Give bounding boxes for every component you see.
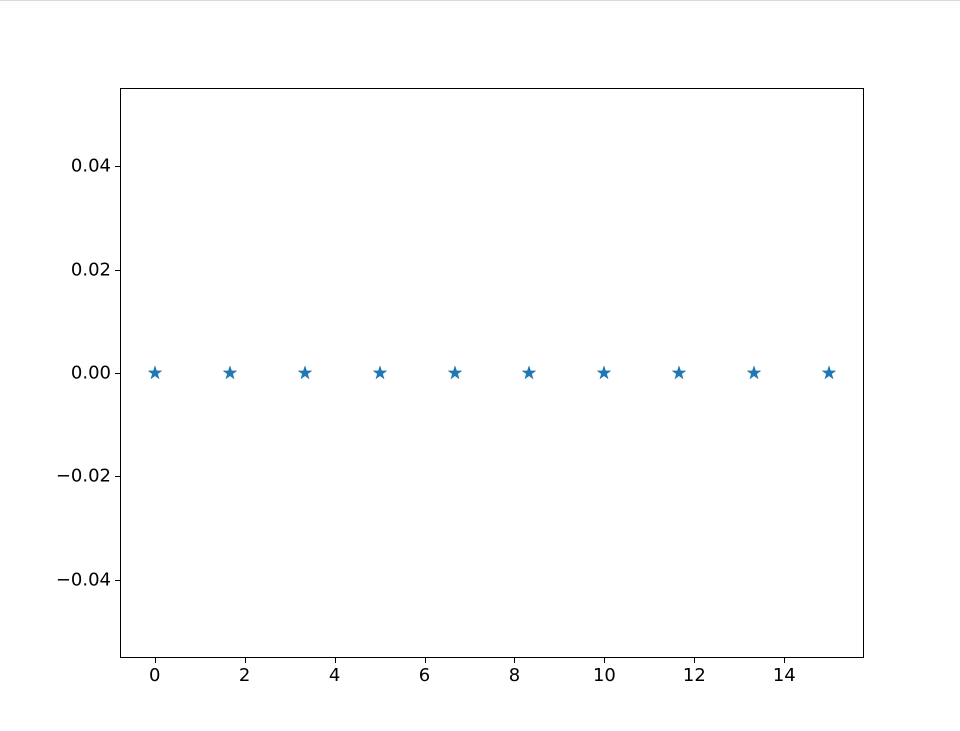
data-point-star-icon <box>822 366 836 380</box>
plot-axes: 02468101214−0.04−0.020.000.020.04 <box>120 88 864 658</box>
y-tick-mark <box>115 580 121 581</box>
notebook-cell-divider <box>0 0 960 8</box>
data-point-star-icon <box>448 366 462 380</box>
x-tick-mark <box>604 657 605 663</box>
x-tick-mark <box>784 657 785 663</box>
x-tick-label: 4 <box>329 665 340 686</box>
matplotlib-figure: 0 2 4 6 8 10 12 14 −0.04 −0.02 0.00 0.02 0.04 <box>0 8 960 731</box>
x-tick-label: 2 <box>239 665 250 686</box>
x-tick-mark <box>155 657 156 663</box>
y-tick-label: −0.02 <box>56 466 111 487</box>
y-tick-label: 0.00 <box>71 363 111 384</box>
y-tick-mark <box>115 166 121 167</box>
y-tick-mark <box>115 373 121 374</box>
x-tick-mark <box>245 657 246 663</box>
x-tick-mark <box>514 657 515 663</box>
data-point-star-icon <box>373 366 387 380</box>
y-tick-label: −0.04 <box>56 569 111 590</box>
data-point-star-icon <box>672 366 686 380</box>
x-tick-mark <box>335 657 336 663</box>
data-point-star-icon <box>223 366 237 380</box>
x-tick-label: 14 <box>773 665 796 686</box>
x-tick-label: 6 <box>419 665 430 686</box>
y-tick-label: 0.02 <box>71 259 111 280</box>
x-tick-label: 12 <box>683 665 706 686</box>
y-tick-label: 0.04 <box>71 156 111 177</box>
x-tick-label: 0 <box>149 665 160 686</box>
x-tick-mark <box>694 657 695 663</box>
y-tick-mark <box>115 270 121 271</box>
data-point-star-icon <box>522 366 536 380</box>
x-tick-mark <box>425 657 426 663</box>
x-tick-label: 10 <box>593 665 616 686</box>
data-point-star-icon <box>148 366 162 380</box>
data-point-star-icon <box>747 366 761 380</box>
data-point-star-icon <box>597 366 611 380</box>
y-tick-mark <box>115 476 121 477</box>
x-tick-label: 8 <box>509 665 520 686</box>
data-point-star-icon <box>298 366 312 380</box>
